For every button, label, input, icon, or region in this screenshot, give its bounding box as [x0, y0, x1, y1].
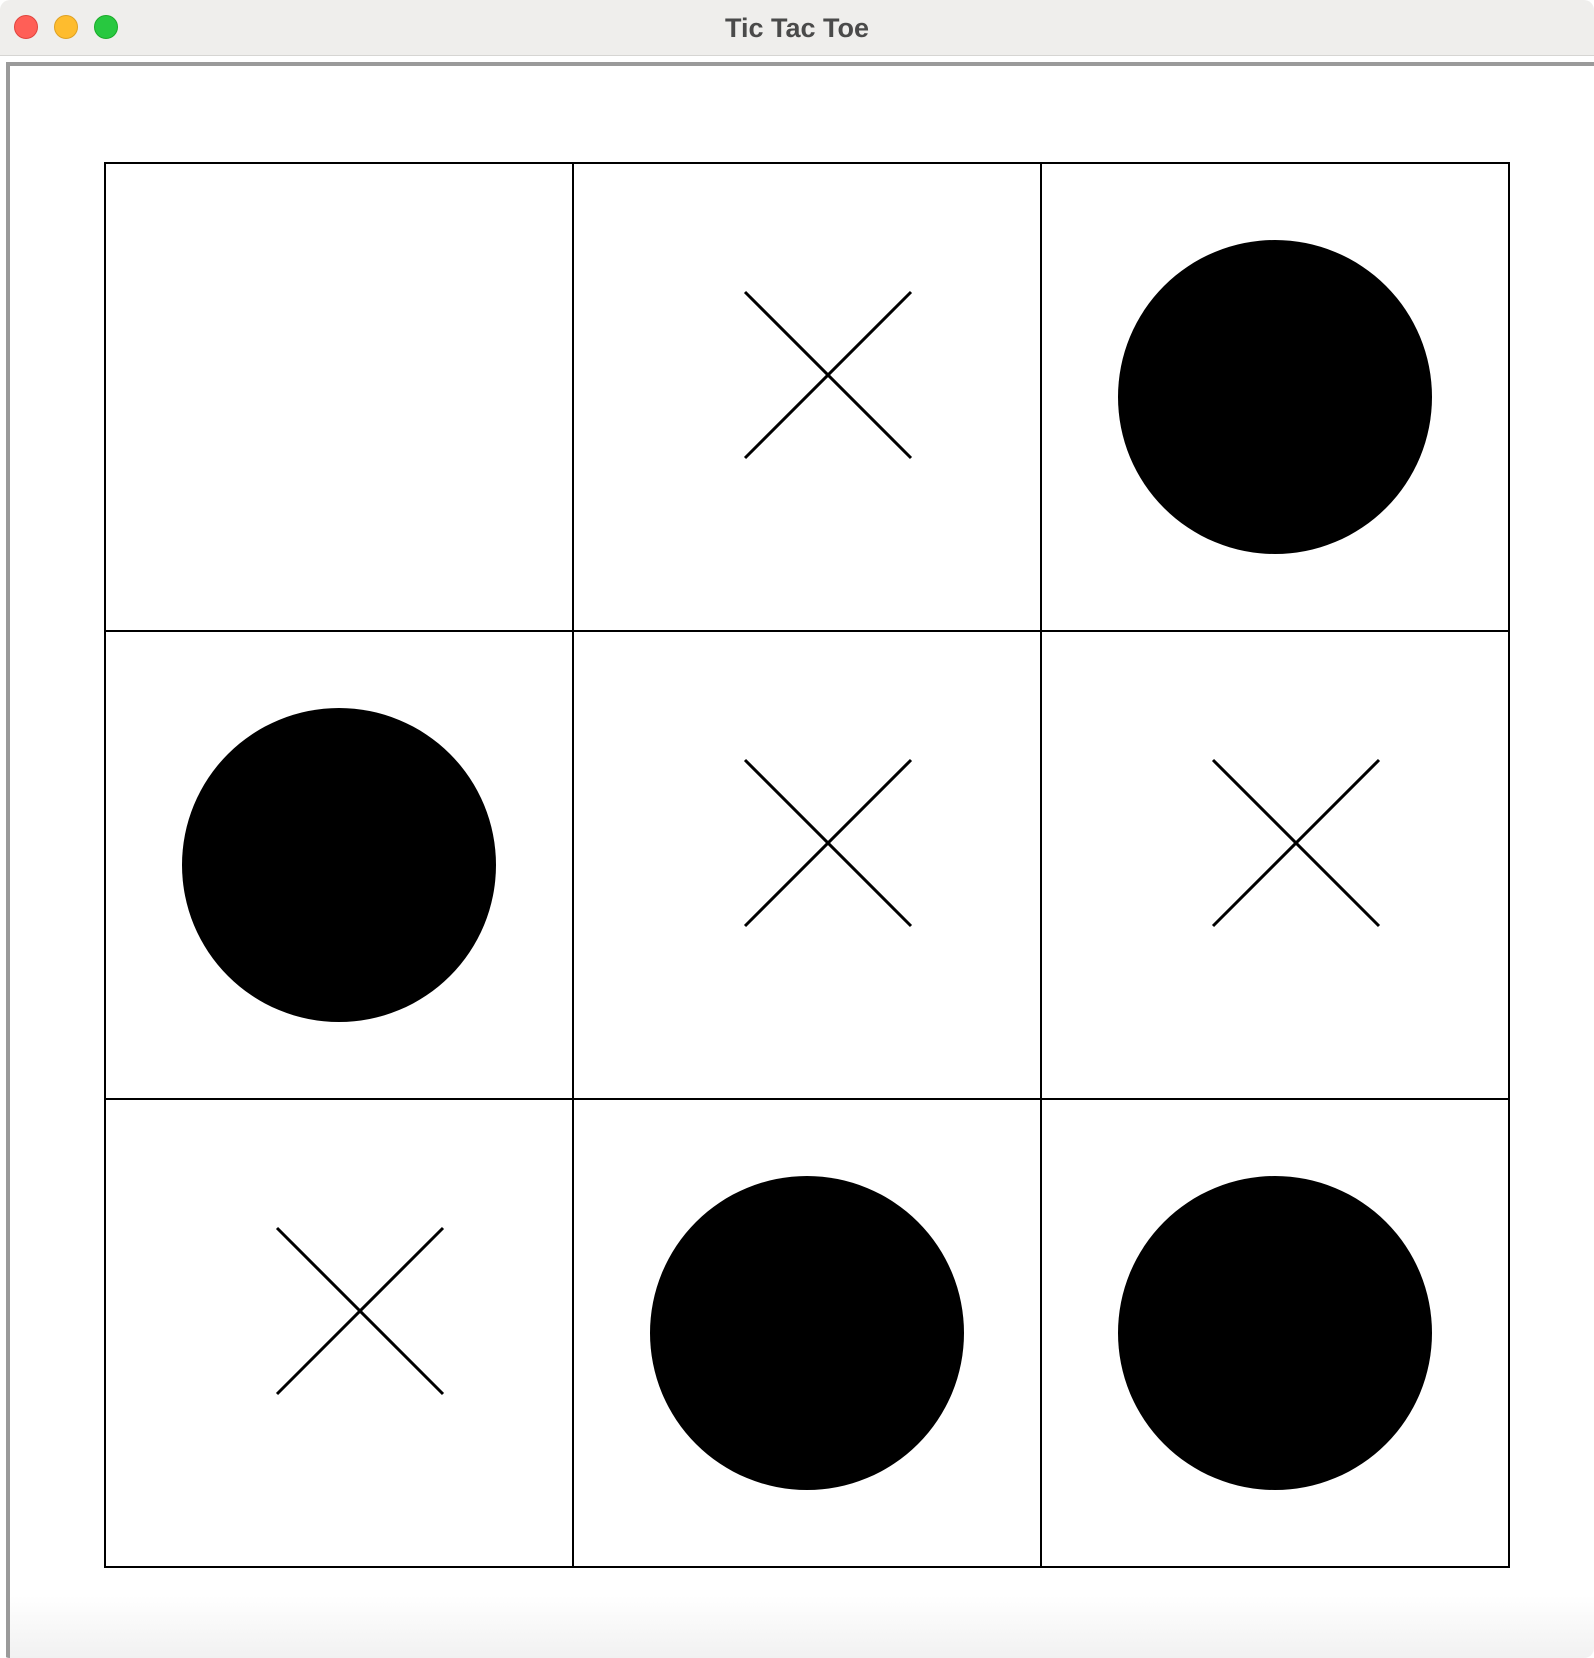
board-cell-r1-c2[interactable]: [572, 162, 1042, 632]
board-cell-r3-c3[interactable]: [1040, 1098, 1510, 1568]
board-cell-r3-c2[interactable]: [572, 1098, 1042, 1568]
board-cell-r2-c1[interactable]: [104, 630, 574, 1100]
app-window: Tic Tac Toe: [0, 0, 1594, 1658]
filled-circle-icon: [182, 708, 496, 1022]
board-cell-r1-c1[interactable]: [104, 162, 574, 632]
board-cell-r2-c2[interactable]: [572, 630, 1042, 1100]
cell-border[interactable]: [104, 162, 574, 632]
filled-circle-icon: [1118, 240, 1432, 554]
board-cell-r1-c3[interactable]: [1040, 162, 1510, 632]
filled-circle-icon: [650, 1176, 964, 1490]
title-bar[interactable]: Tic Tac Toe: [0, 0, 1594, 56]
board-cell-r3-c1[interactable]: [104, 1098, 574, 1568]
filled-circle-icon: [1118, 1176, 1432, 1490]
window-title: Tic Tac Toe: [724, 13, 870, 43]
game-canvas: [0, 56, 1594, 1658]
game-board: [104, 162, 1510, 1568]
board-cell-r2-c3[interactable]: [1040, 630, 1510, 1100]
